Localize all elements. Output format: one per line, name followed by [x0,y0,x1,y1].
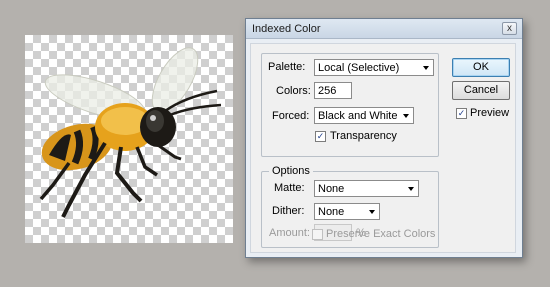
amount-label: Amount: [269,227,310,239]
forced-label: Forced: [272,110,310,122]
image-canvas [25,35,233,243]
chevron-down-icon [369,210,375,214]
palette-label: Palette: [268,61,306,73]
forced-value: Black and White [318,110,398,122]
cancel-label: Cancel [463,84,499,96]
ok-button[interactable]: OK [452,58,510,77]
bee-image [39,47,222,218]
chevron-down-icon [408,187,414,191]
preserve-exact-colors-label: Preserve Exact Colors [326,228,436,240]
matte-value: None [318,183,345,195]
palette-select[interactable]: Local (Selective) [314,59,434,76]
colors-label: Colors: [276,85,311,97]
indexed-color-dialog: Indexed Color x Palette: Local (Selectiv… [245,18,523,258]
dither-select[interactable]: None [314,203,380,220]
chevron-down-icon [403,114,409,118]
preview-checkbox[interactable]: ✓ [456,108,467,119]
check-icon: ✓ [457,108,466,118]
palette-group: Palette: Local (Selective) Colors: Force… [261,53,439,157]
forced-select[interactable]: Black and White [314,107,414,124]
dialog-titlebar[interactable]: Indexed Color x [246,19,522,39]
cancel-button[interactable]: Cancel [452,81,510,100]
preview-label: Preview [470,107,510,119]
preserve-exact-colors-checkbox[interactable] [312,229,323,240]
options-group-title: Options [269,165,313,177]
dialog-title: Indexed Color [252,23,321,35]
dialog-client-area: Palette: Local (Selective) Colors: Force… [250,43,516,253]
chevron-down-icon [423,66,429,70]
close-icon[interactable]: x [502,22,517,35]
matte-label: Matte: [274,182,305,194]
colors-field[interactable] [314,82,352,99]
ok-label: OK [473,61,489,73]
dither-label: Dither: [272,205,305,217]
transparency-label: Transparency [330,130,397,142]
close-glyph: x [507,23,512,34]
matte-select[interactable]: None [314,180,419,197]
dither-value: None [318,206,345,218]
check-icon: ✓ [316,131,325,141]
transparency-checkbox[interactable]: ✓ [315,131,326,142]
palette-value: Local (Selective) [318,62,400,74]
